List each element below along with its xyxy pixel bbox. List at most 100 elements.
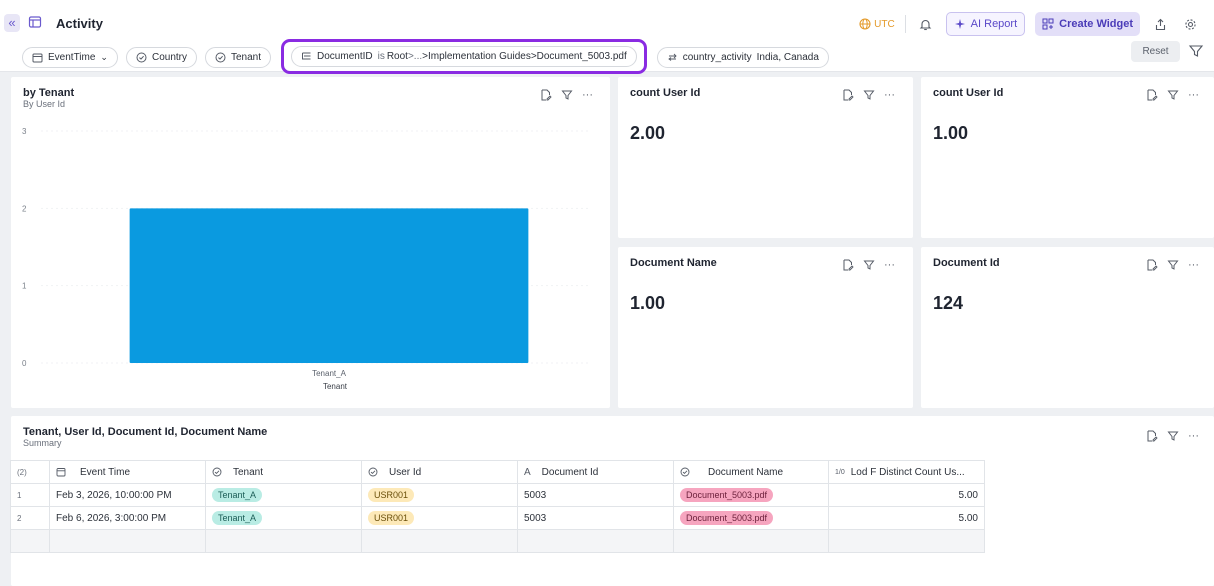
- filter-document-path[interactable]: DocumentID is Root >... >Implementation Gu…: [291, 46, 637, 67]
- cell-document-id: 5003: [517, 483, 674, 507]
- table-header-row: (2) Event Time Tenant User Id A Document …: [10, 460, 985, 484]
- column-header-lod[interactable]: 1/0 Lod F Distinct Count Us...: [828, 460, 985, 484]
- notifications-button[interactable]: [916, 14, 936, 34]
- cell-lod: 5.00: [828, 506, 985, 530]
- divider: [904, 15, 906, 33]
- exchange-icon: [667, 53, 677, 61]
- column-header-event-time[interactable]: Event Time: [49, 460, 206, 484]
- check-circle-icon: [212, 467, 222, 477]
- check-circle-icon: [680, 467, 690, 477]
- more-icon[interactable]: ···: [1188, 89, 1199, 101]
- edit-doc-icon[interactable]: [1146, 89, 1158, 101]
- column-header-document-id[interactable]: A Document Id: [517, 460, 674, 484]
- y-tick-label: 3: [22, 127, 27, 136]
- row-number: 2: [10, 506, 50, 530]
- filter-country-label: Country: [151, 52, 187, 63]
- filter-document-file: >Document_5003.pdf: [530, 51, 627, 62]
- calendar-icon: [32, 53, 43, 63]
- calendar-icon: [56, 468, 66, 477]
- filter-document-guides: >Implementation Guides: [422, 51, 531, 62]
- metric-value: 2.00: [630, 123, 666, 143]
- settings-button[interactable]: [1180, 14, 1200, 34]
- more-icon[interactable]: ···: [884, 89, 895, 101]
- column-header-user-id[interactable]: User Id: [361, 460, 518, 484]
- metric-title: count User Id: [630, 87, 701, 99]
- check-circle-icon: [368, 467, 378, 477]
- column-label: Document Name: [708, 466, 784, 478]
- y-tick-label: 1: [22, 282, 27, 291]
- filter-country-activity-field: country_activity: [682, 52, 752, 63]
- column-header-document-name[interactable]: Document Name: [673, 460, 829, 484]
- edit-doc-icon[interactable]: [1146, 259, 1158, 271]
- bell-icon: [919, 19, 932, 30]
- metric-title: Document Id: [933, 257, 1000, 269]
- table-row[interactable]: 2 Feb 6, 2026, 3:00:00 PM Tenant_A USR00…: [10, 506, 985, 530]
- cell-event-time: Feb 3, 2026, 10:00:00 PM: [49, 483, 206, 507]
- cell-document-id: 5003: [517, 506, 674, 530]
- summary-table: (2) Event Time Tenant User Id A Document …: [10, 460, 985, 553]
- create-widget-button[interactable]: Create Widget: [1035, 12, 1140, 36]
- filter-document-op: is: [377, 51, 385, 62]
- gear-icon: [1184, 18, 1196, 30]
- filter-icon[interactable]: [863, 259, 875, 271]
- filter-icon[interactable]: [1167, 430, 1179, 442]
- check-circle-icon: [215, 52, 226, 63]
- card-toolbar: ···: [1146, 89, 1199, 101]
- filter-tenant[interactable]: Tenant: [204, 47, 272, 68]
- hierarchy-icon: [302, 52, 311, 60]
- card-toolbar: ···: [1146, 430, 1199, 442]
- cell-tenant: Tenant_A: [205, 483, 362, 507]
- globe-icon: [859, 18, 871, 30]
- cell-lod: 5.00: [828, 483, 985, 507]
- cell-tenant: Tenant_A: [205, 506, 362, 530]
- bar-chart-card: by Tenant By User Id ··· 0 1 2 3 Tenant_A Ten…: [11, 77, 610, 408]
- share-button[interactable]: [1150, 14, 1170, 34]
- document-name-tag: Document_5003.pdf: [680, 488, 774, 502]
- metric-card-count-user-id-2: count User Id ··· 1.00: [921, 77, 1214, 238]
- edit-doc-icon[interactable]: [1146, 430, 1158, 442]
- metric-title: count User Id: [933, 87, 1004, 99]
- x-tick-label: Tenant_A: [312, 369, 346, 378]
- filter-event-time[interactable]: EventTime ⌄: [22, 47, 118, 68]
- document-name-tag: Document_5003.pdf: [680, 511, 774, 525]
- table-row[interactable]: 1 Feb 3, 2026, 10:00:00 PM Tenant_A USR0…: [10, 483, 985, 507]
- ai-report-button[interactable]: AI Report: [945, 12, 1026, 36]
- empty-cell: [828, 529, 985, 553]
- metric-card-document-name: Document Name ··· 1.00: [618, 247, 913, 408]
- empty-cell: [49, 529, 206, 553]
- filter-icon[interactable]: [863, 89, 875, 101]
- filter-country[interactable]: Country: [125, 47, 197, 68]
- column-header-tenant[interactable]: Tenant: [205, 460, 362, 484]
- filter-country-activity[interactable]: country_activity India, Canada: [656, 47, 829, 68]
- card-toolbar: ···: [842, 259, 895, 271]
- tenant-tag: Tenant_A: [212, 488, 263, 502]
- metric-title: Document Name: [630, 257, 717, 269]
- card-toolbar: ···: [1146, 259, 1199, 271]
- column-label: Lod F Distinct Count Us...: [850, 466, 965, 478]
- bar-chart: 0 1 2 3 Tenant_A Tenant: [22, 127, 591, 391]
- edit-doc-icon[interactable]: [842, 89, 854, 101]
- timezone-selector[interactable]: UTC: [859, 18, 895, 30]
- more-icon[interactable]: ···: [1188, 259, 1199, 271]
- y-tick-label: 0: [22, 359, 27, 368]
- bar-tenant-a[interactable]: [129, 208, 529, 363]
- filter-icon[interactable]: [1167, 259, 1179, 271]
- table-row-empty: [10, 529, 985, 553]
- filter-event-time-label: EventTime: [48, 52, 96, 63]
- card-toolbar: ···: [842, 89, 895, 101]
- edit-doc-icon[interactable]: [842, 259, 854, 271]
- empty-cell: [517, 529, 674, 553]
- filter-icon[interactable]: [1167, 89, 1179, 101]
- more-icon[interactable]: ···: [884, 259, 895, 271]
- dashboard-icon: [28, 16, 42, 28]
- sparkle-icon: [954, 19, 965, 29]
- filter-icon[interactable]: [1188, 43, 1204, 59]
- widget-icon: [1042, 18, 1054, 30]
- collapse-sidebar-button[interactable]: «: [4, 14, 20, 32]
- y-tick-label: 2: [22, 204, 27, 213]
- column-label: User Id: [389, 466, 422, 478]
- reset-filters-button[interactable]: Reset: [1131, 41, 1180, 62]
- more-icon[interactable]: ···: [1188, 430, 1199, 442]
- metric-card-document-id: Document Id ··· 124: [921, 247, 1214, 408]
- metric-value: 1.00: [933, 123, 969, 143]
